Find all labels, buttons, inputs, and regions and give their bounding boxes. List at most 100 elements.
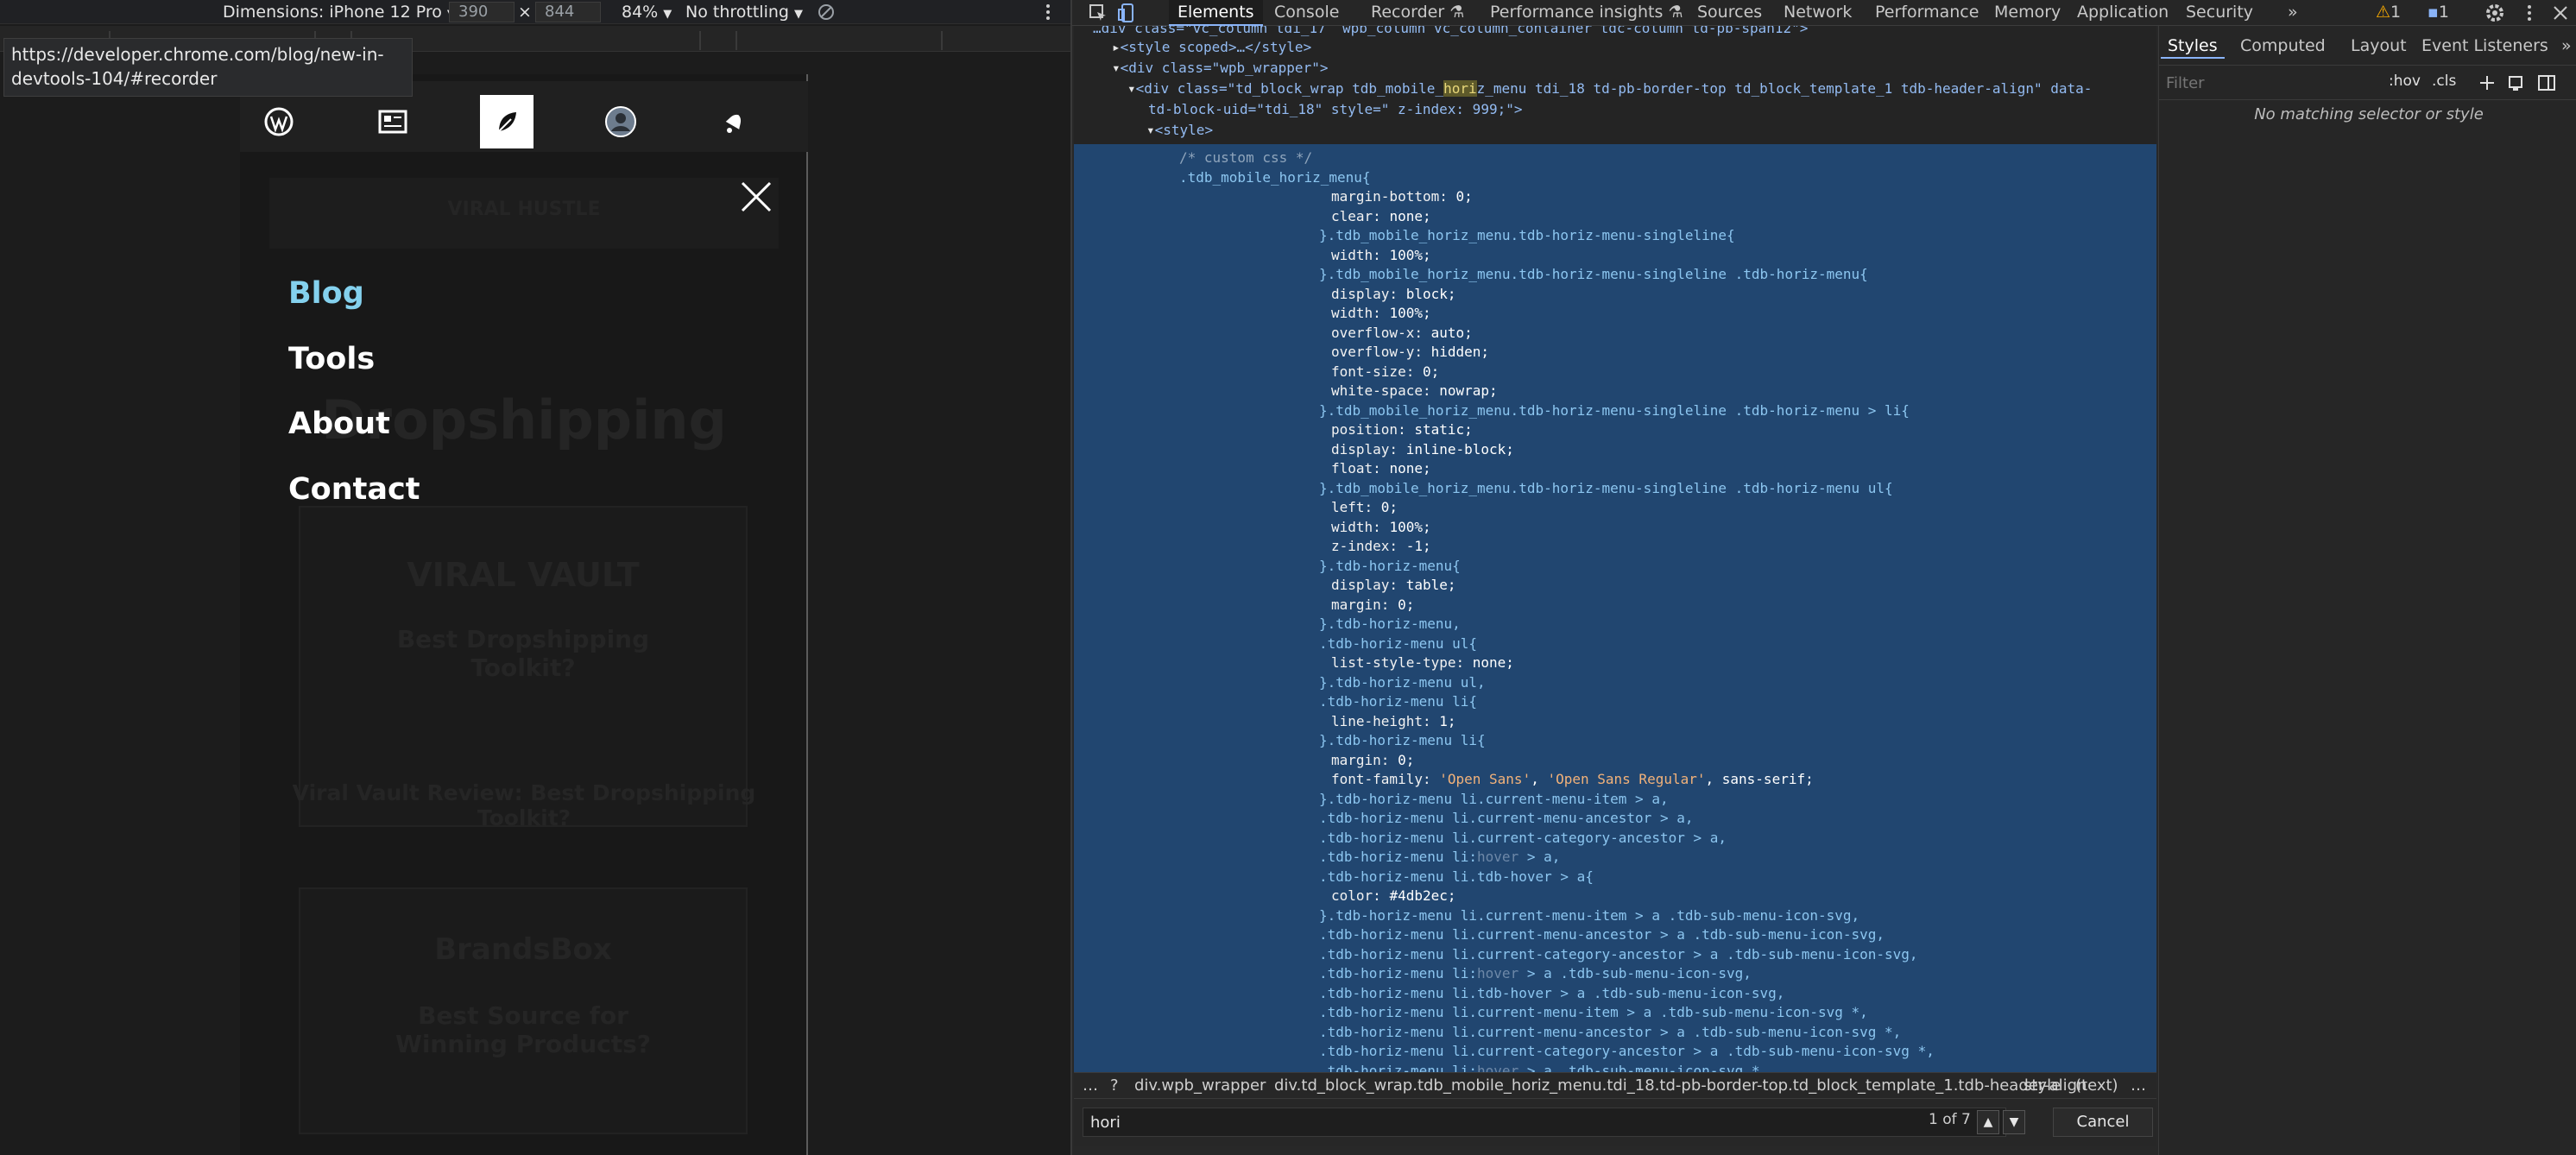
tab-performance-insights[interactable]: Performance insights ⚗ (1481, 0, 1691, 26)
inspect-element-icon[interactable] (1088, 3, 1108, 23)
css-selector: > a .tdb-sub-menu-icon-svg *, (1518, 1062, 1769, 1073)
tab-performance[interactable]: Performance (1866, 0, 1987, 26)
dom-search-input[interactable] (1083, 1108, 2006, 1137)
tab-styles[interactable]: Styles (2161, 33, 2225, 59)
card-logo-dimmed: VIRAL VAULT (407, 556, 640, 594)
news-button[interactable] (366, 95, 420, 148)
css-selector: .tdb-horiz-menu ul{ (1319, 634, 1478, 652)
class-toggle[interactable]: .cls (2432, 73, 2456, 90)
css-selector: }.tdb-horiz-menu{ (1319, 557, 1461, 574)
warnings-badge[interactable]: ⚠1 (2367, 0, 2409, 26)
zoom-dropdown[interactable]: 84% ▼ (622, 3, 672, 24)
breadcrumb-item[interactable]: div.td_block_wrap.tdb_mobile_horiz_menu.… (1274, 1073, 2087, 1099)
search-previous-button[interactable]: ▲ (1977, 1110, 1999, 1134)
dom-node[interactable]: ▾<div class="wpb_wrapper"> (1112, 59, 1328, 78)
css-line: }.tdb-horiz-menu ul, (1319, 673, 1486, 692)
css-pseudo-class: hover (1477, 965, 1519, 981)
more-tabs-button[interactable]: » (2279, 0, 2307, 26)
tab-console[interactable]: Console (1266, 0, 1348, 26)
menu-link-tools[interactable]: Tools (288, 342, 375, 376)
css-line: }.tdb-horiz-menu{ (1319, 557, 1461, 576)
dom-node[interactable]: …div class="vc_column tdi_17 wpb_column … (1093, 26, 1808, 38)
dom-node-text: <div class="wpb_wrapper"> (1120, 60, 1329, 76)
menu-link-contact[interactable]: Contact (288, 472, 420, 507)
wordpress-button[interactable] (252, 95, 306, 148)
more-tabs-button[interactable]: » (2554, 33, 2576, 59)
device-height-input[interactable]: 844 (535, 2, 601, 22)
css-line: color: #4db2ec; (1331, 887, 1456, 906)
menu-link-about[interactable]: About (288, 407, 390, 441)
leaf-icon (498, 112, 516, 132)
breadcrumb-item[interactable]: ? (1110, 1073, 1119, 1099)
css-line: }.tdb_mobile_horiz_menu.tdb-horiz-menu-s… (1319, 401, 1910, 420)
avatar-button[interactable] (594, 95, 647, 148)
css-line: .tdb-horiz-menu ul{ (1319, 634, 1477, 653)
css-property: overflow-y: (1331, 344, 1431, 360)
rotate-icon[interactable] (817, 3, 836, 22)
dom-node-text: z_menu tdi_18 td-pb-border-top td_block_… (1476, 80, 2093, 97)
styles-filter-row: :hov .cls (2159, 66, 2576, 100)
tab-computed[interactable]: Computed (2233, 33, 2333, 59)
tab-sources[interactable]: Sources (1689, 0, 1771, 26)
css-property: z-index: (1331, 538, 1406, 554)
css-selector: .tdb-horiz-menu li.current-menu-ancestor… (1319, 926, 1885, 943)
search-cancel-button[interactable]: Cancel (2053, 1108, 2153, 1137)
customize-menu-icon[interactable] (2519, 3, 2540, 23)
tab-network[interactable]: Network (1775, 0, 1860, 26)
menu-link-blog[interactable]: Blog (288, 276, 364, 311)
devtools-tab-bar: Elements Console Recorder ⚗ Performance … (1072, 0, 2576, 26)
breadcrumb-item[interactable]: (text) (2075, 1073, 2118, 1099)
tab-event-listeners[interactable]: Event Listeners (2415, 33, 2555, 59)
more-options-icon[interactable] (1041, 3, 1055, 22)
toggle-sidebar-icon[interactable] (2537, 74, 2556, 92)
device-width-input[interactable]: 390 (449, 2, 515, 22)
elements-dom-tree[interactable]: …div class="vc_column tdi_17 wpb_column … (1074, 26, 2156, 1072)
color-format-icon[interactable] (2508, 74, 2525, 92)
add-style-rule-icon[interactable] (2478, 74, 2496, 92)
notifications-button[interactable] (708, 95, 761, 148)
breadcrumb-overflow[interactable]: … (1083, 1073, 1098, 1099)
leaf-button[interactable] (480, 95, 534, 148)
css-selector: }.tdb-horiz-menu li.current-menu-item > … (1319, 906, 1860, 924)
flask-icon: ⚗ (1668, 3, 1683, 22)
css-line: }.tdb-horiz-menu, (1319, 615, 1461, 634)
dom-node[interactable]: ▾<style> (1146, 121, 1213, 140)
messages-badge[interactable]: ▪1 (2419, 0, 2458, 26)
close-icon[interactable] (739, 180, 773, 214)
ruler-tick (699, 31, 701, 50)
tab-recorder[interactable]: Recorder ⚗ (1362, 0, 1473, 26)
tab-application[interactable]: Application (2068, 0, 2177, 26)
warning-icon: ⚠ (2376, 3, 2391, 22)
hover-state-toggle[interactable]: :hov (2389, 73, 2421, 90)
css-line: width: 100%; (1331, 304, 1431, 323)
breadcrumb-overflow[interactable]: … (2131, 1073, 2146, 1099)
device-toolbar-icon[interactable] (1117, 3, 1138, 23)
device-dimensions-dropdown[interactable]: Dimensions: iPhone 12 Pro▼ (223, 3, 456, 24)
breadcrumb-item[interactable]: style (2024, 1073, 2061, 1099)
article-card-dimmed: BrandsBox Best Source for Winning Produc… (299, 887, 748, 1134)
throttling-dropdown[interactable]: No throttling ▼ (685, 3, 803, 24)
css-line: float: none; (1331, 459, 1431, 478)
styles-filter-input[interactable] (2164, 71, 2380, 95)
settings-gear-icon[interactable] (2484, 3, 2505, 23)
tab-layout[interactable]: Layout (2344, 33, 2414, 59)
bell-icon (725, 114, 742, 133)
tab-elements[interactable]: Elements (1169, 0, 1263, 26)
dom-node[interactable]: ▸<style scoped>…</style> (1112, 38, 1311, 57)
dom-node[interactable]: ▾<div class="td_block_wrap tdb_mobile_ho… (1127, 79, 2092, 98)
close-icon[interactable] (2550, 3, 2571, 23)
times-symbol: × (518, 3, 532, 22)
css-line: }.tdb_mobile_horiz_menu.tdb-horiz-menu-s… (1319, 479, 1893, 498)
tab-security[interactable]: Security (2177, 0, 2262, 26)
css-value: none; (1389, 460, 1431, 477)
newspaper-icon (378, 110, 407, 134)
css-line: .tdb-horiz-menu li.tdb-hover > a .tdb-su… (1319, 984, 1784, 1003)
css-value: 1; (1439, 712, 1456, 729)
breadcrumb: … ? div.wpb_wrapper div.td_block_wrap.td… (1074, 1072, 2156, 1098)
tab-memory[interactable]: Memory (1986, 0, 2069, 26)
warnings-count: 1 (2390, 3, 2402, 22)
search-next-button[interactable]: ▼ (2003, 1110, 2025, 1134)
ruler-tick (941, 31, 943, 50)
css-line: .tdb-horiz-menu li:hover > a, (1319, 848, 1560, 867)
breadcrumb-item[interactable]: div.wpb_wrapper (1134, 1073, 1266, 1099)
